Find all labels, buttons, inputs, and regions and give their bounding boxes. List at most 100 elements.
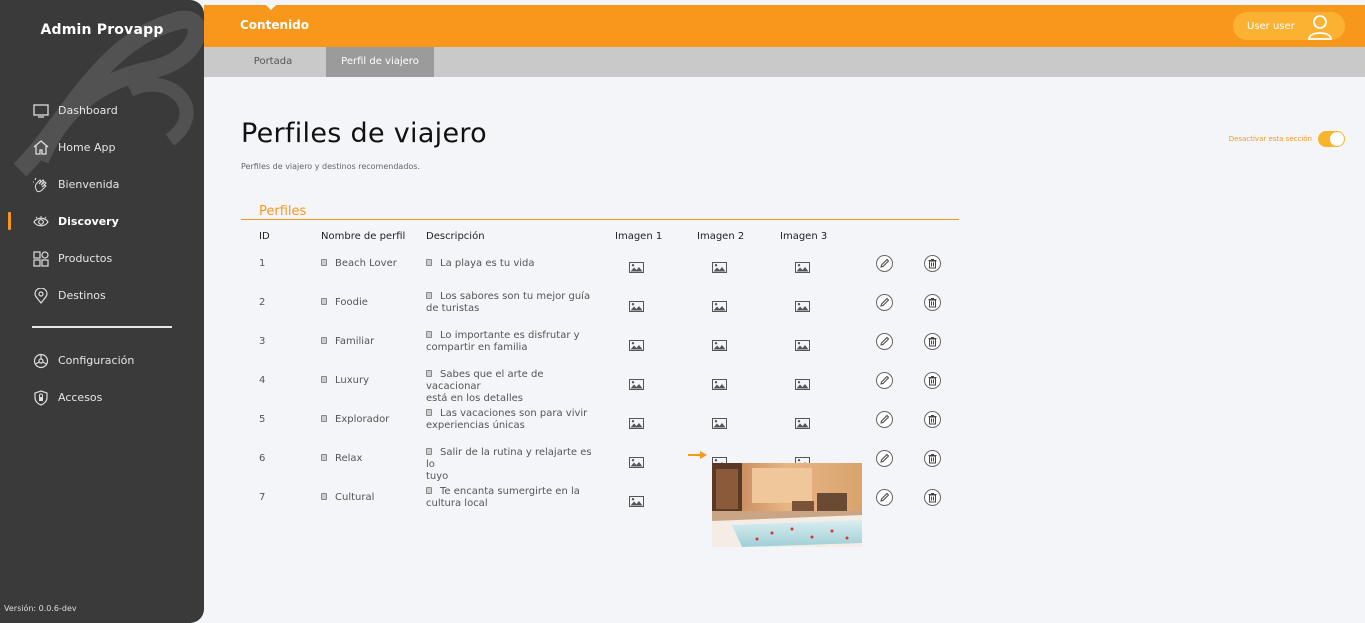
lock-icon <box>321 376 327 383</box>
eye-icon <box>32 213 50 231</box>
image-3-icon[interactable] <box>795 375 810 390</box>
image-1-icon[interactable] <box>629 453 644 468</box>
sidebar-item-destinos[interactable]: Destinos <box>0 277 204 314</box>
delete-button[interactable] <box>924 411 941 428</box>
spa-room-photo <box>712 463 862 547</box>
image-2-icon[interactable] <box>712 336 727 351</box>
grid-icon <box>32 250 50 268</box>
header-id: ID <box>259 231 270 242</box>
sidebar-item-configuracion[interactable]: Configuración <box>0 342 204 379</box>
image-2-icon[interactable] <box>712 414 727 429</box>
location-pin-icon <box>32 287 50 305</box>
edit-button[interactable] <box>876 372 893 389</box>
toggle-label: Desactivar esta sección <box>1228 135 1312 143</box>
image-preview <box>712 463 862 547</box>
cell-name-text: Cultural <box>335 492 375 503</box>
delete-button[interactable] <box>924 489 941 506</box>
delete-button[interactable] <box>924 255 941 272</box>
image-2-icon[interactable] <box>712 375 727 390</box>
sidebar-item-label: Bienvenida <box>58 178 120 191</box>
page-subtitle: Perfiles de viajero y destinos recomenda… <box>241 162 420 171</box>
lock-icon <box>426 292 432 299</box>
tab-portada[interactable]: Portada <box>234 47 312 77</box>
delete-button[interactable] <box>924 372 941 389</box>
cell-description-line2: está en los detalles <box>426 393 524 404</box>
image-3-icon[interactable] <box>795 336 810 351</box>
image-1-icon[interactable] <box>629 414 644 429</box>
cell-description-line2: de turistas <box>426 303 480 314</box>
sidebar-item-home-app[interactable]: Home App <box>0 129 204 166</box>
sidebar-item-discovery[interactable]: Discovery <box>0 203 204 240</box>
header-description: Descripción <box>426 231 485 242</box>
cell-name: Familiar <box>321 336 374 348</box>
cell-name: Luxury <box>321 375 369 387</box>
cell-description-line1: Las vacaciones son para vivir <box>440 408 588 419</box>
cell-name: Explorador <box>321 414 389 426</box>
cell-description-line2: tuyo <box>426 471 449 482</box>
edit-button[interactable] <box>876 294 893 311</box>
section-toggle[interactable] <box>1318 131 1345 147</box>
image-1-icon[interactable] <box>629 297 644 312</box>
image-3-icon[interactable] <box>795 414 810 429</box>
trash-icon <box>927 449 938 468</box>
cell-id: 2 <box>259 297 266 308</box>
pencil-icon <box>879 254 890 273</box>
cell-name-text: Familiar <box>335 336 375 347</box>
cell-description-line2: cultura local <box>426 498 488 509</box>
cell-id: 4 <box>259 375 266 386</box>
sidebar-item-productos[interactable]: Productos <box>0 240 204 277</box>
sidebar-item-label: Dashboard <box>58 104 118 117</box>
header-name: Nombre de perfil <box>321 231 406 242</box>
image-1-icon[interactable] <box>629 492 644 507</box>
image-3-icon[interactable] <box>795 258 810 273</box>
cell-description: Los sabores son tu mejor guía de turistas <box>426 291 601 315</box>
delete-button[interactable] <box>924 450 941 467</box>
trash-icon <box>927 410 938 429</box>
edit-button[interactable] <box>876 450 893 467</box>
lock-icon <box>426 331 432 338</box>
sidebar-item-bienvenida[interactable]: Bienvenida <box>0 166 204 203</box>
cell-description-line2: compartir en familia <box>426 342 528 353</box>
user-name: User user <box>1247 20 1295 32</box>
sidebar-item-accesos[interactable]: Accesos <box>0 379 204 416</box>
lock-icon <box>321 415 327 422</box>
image-1-icon[interactable] <box>629 258 644 273</box>
lock-icon <box>321 259 327 266</box>
lock-icon <box>321 337 327 344</box>
sidebar-item-dashboard[interactable]: Dashboard <box>0 92 204 129</box>
user-menu-button[interactable]: User user <box>1233 12 1345 40</box>
edit-button[interactable] <box>876 333 893 350</box>
section-divider <box>241 219 959 220</box>
tab-perfil-de-viajero[interactable]: Perfil de viajero <box>326 47 434 77</box>
image-3-icon[interactable] <box>795 297 810 312</box>
cell-description: Las vacaciones son para vivir experiencia… <box>426 408 601 432</box>
top-bar: Contenido User user <box>204 5 1365 47</box>
delete-button[interactable] <box>924 333 941 350</box>
trash-icon <box>927 488 938 507</box>
cell-description-line1: La playa es tu vida <box>440 258 535 269</box>
sidebar: Admin Provapp Dashboard Home App Bienven… <box>0 0 204 623</box>
brand-title: Admin Provapp <box>40 22 164 38</box>
cell-description: Te encanta sumergirte en la cultura local <box>426 486 601 510</box>
tab-bar: Portada Perfil de viajero <box>204 47 1365 77</box>
edit-button[interactable] <box>876 489 893 506</box>
edit-button[interactable] <box>876 411 893 428</box>
trash-icon <box>927 371 938 390</box>
cell-id: 3 <box>259 336 266 347</box>
section-title: Perfiles <box>259 204 307 219</box>
image-2-icon[interactable] <box>712 258 727 273</box>
delete-button[interactable] <box>924 294 941 311</box>
topbar-title: Contenido <box>240 18 309 32</box>
edit-button[interactable] <box>876 255 893 272</box>
cell-name: Beach Lover <box>321 258 397 270</box>
image-1-icon[interactable] <box>629 336 644 351</box>
cell-name-text: Beach Lover <box>335 258 397 269</box>
pencil-icon <box>879 488 890 507</box>
cell-description: Sabes que el arte de vacacionar está en l… <box>426 369 601 405</box>
pencil-icon <box>879 410 890 429</box>
sidebar-item-label: Discovery <box>58 215 119 228</box>
sidebar-nav: Dashboard Home App Bienvenida Discovery … <box>0 92 204 416</box>
image-1-icon[interactable] <box>629 375 644 390</box>
topbar-notch <box>266 5 276 10</box>
image-2-icon[interactable] <box>712 297 727 312</box>
